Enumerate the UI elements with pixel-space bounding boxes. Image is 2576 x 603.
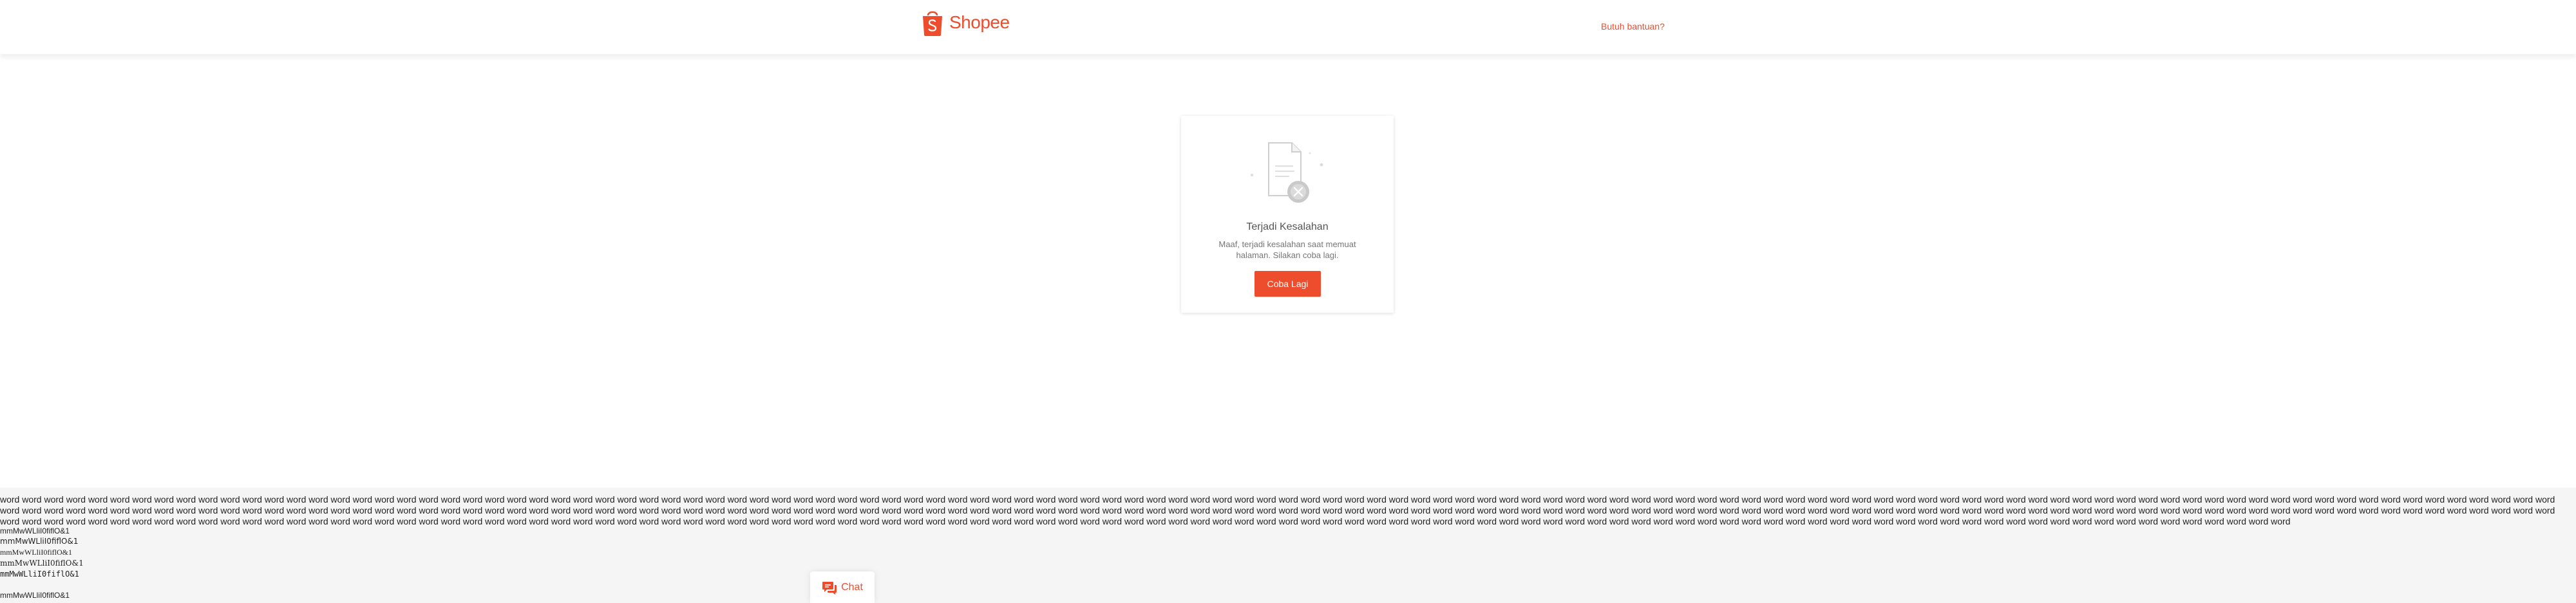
- brand-name: Shopee: [949, 12, 1010, 32]
- font-test-line: mmMwWLliI0fiflO&1: [0, 570, 79, 579]
- font-test-line: mmMwWLliI0fiflO&1: [0, 591, 70, 600]
- chat-widget[interactable]: Chat: [810, 571, 875, 603]
- chat-label: Chat: [841, 581, 863, 593]
- document-error-icon: [1251, 142, 1323, 203]
- error-message: Maaf, terjadi kesalahan saat memuat hala…: [1218, 239, 1356, 260]
- font-test-line: mmMwWLliI0fiflO&1: [0, 548, 72, 557]
- header: Shopee Butuh bantuan?: [0, 0, 2576, 54]
- shopee-logo[interactable]: Shopee: [921, 9, 1010, 36]
- help-link[interactable]: Butuh bantuan?: [1601, 21, 1665, 32]
- error-title: Terjadi Kesalahan: [1246, 221, 1329, 232]
- error-card: Terjadi Kesalahan Maaf, terjadi kesalaha…: [1181, 116, 1394, 313]
- font-test-words: word word word word word word word word …: [0, 494, 2555, 526]
- retry-button[interactable]: Coba Lagi: [1255, 271, 1321, 297]
- font-test-line: mmMwWLliI0fiflO&1: [0, 526, 70, 535]
- chat-bubble-icon: [822, 581, 837, 595]
- font-test-line: mmMwWLliI0fiflO&1: [0, 537, 79, 546]
- shopee-bag-icon: [923, 11, 942, 36]
- font-test-line: mmMwWLliI0fiflO&1: [0, 559, 84, 568]
